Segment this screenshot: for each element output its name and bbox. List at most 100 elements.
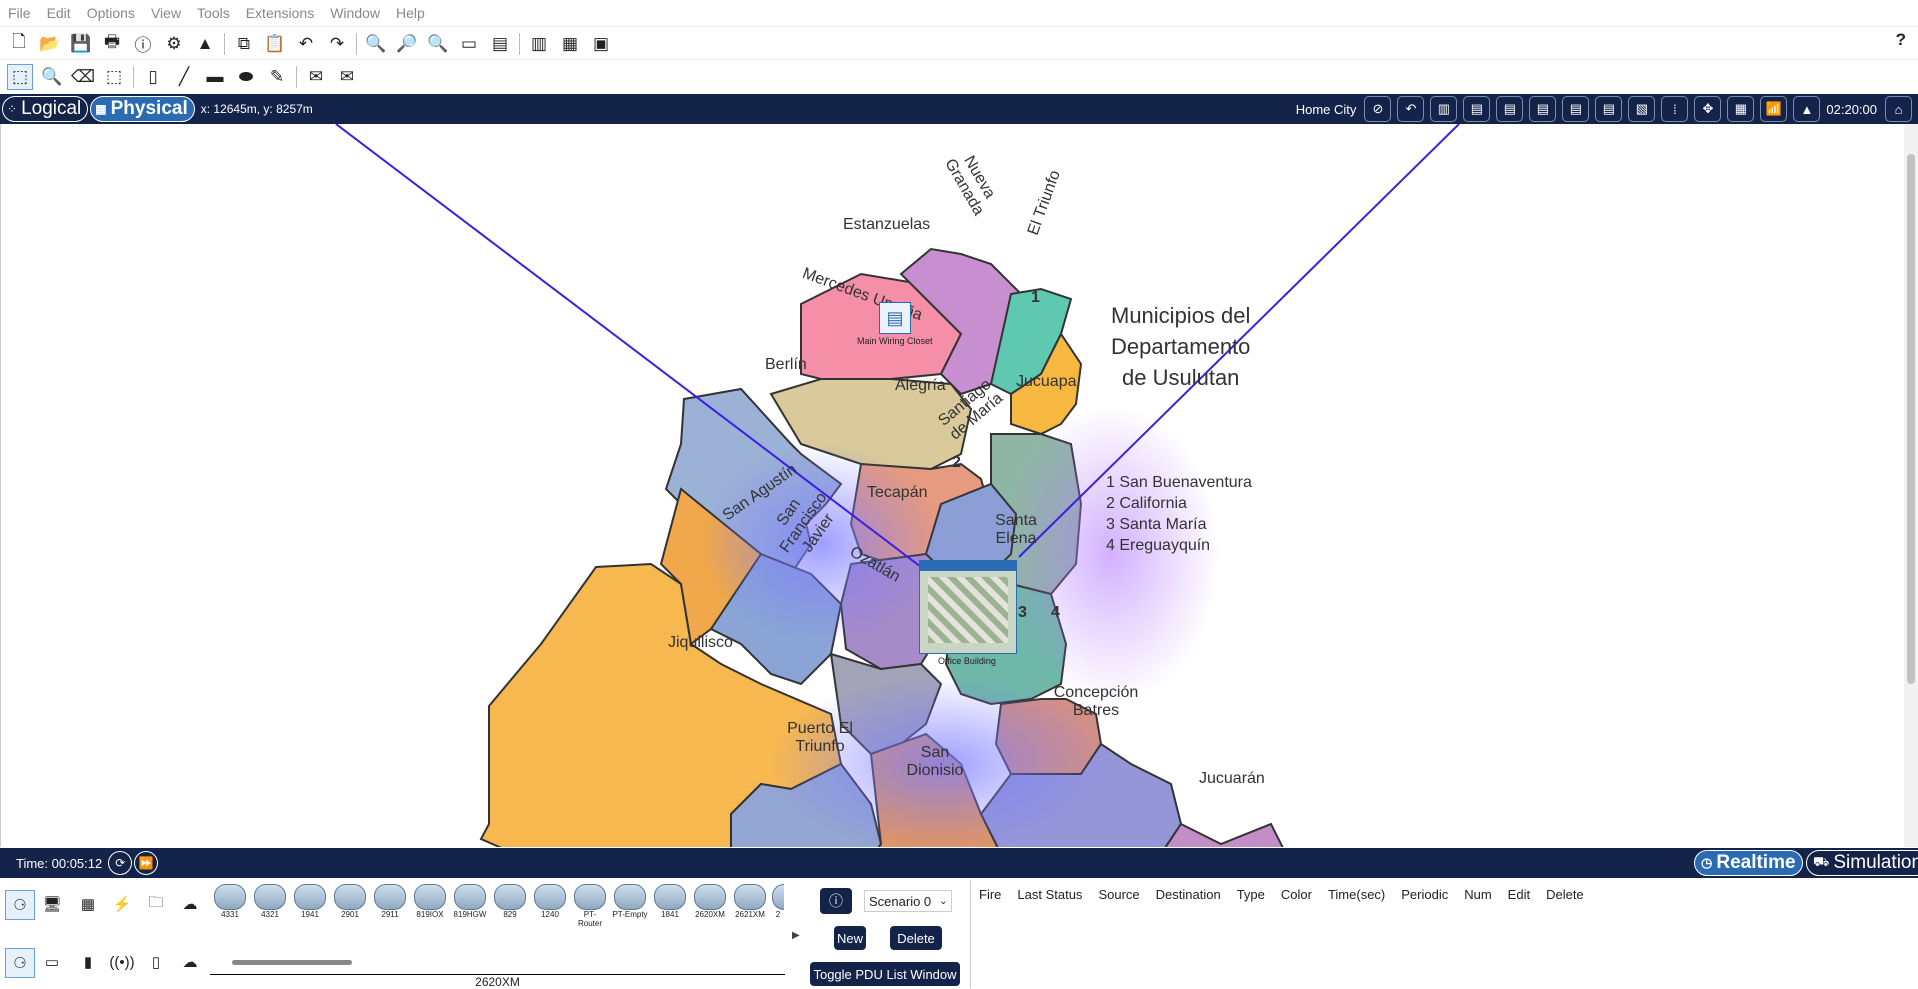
delete-icon[interactable]: ⌫ <box>71 65 95 89</box>
device-list-scrollbar[interactable] <box>232 960 352 965</box>
home-icon[interactable]: ⌂ <box>1885 96 1912 122</box>
col-num: Num <box>1464 887 1492 902</box>
realtime-button[interactable]: ◷ Realtime <box>1694 850 1803 876</box>
drawing-palette-icon[interactable]: ▭ <box>457 32 481 56</box>
device-pt-router[interactable]: PT-Router <box>572 884 608 928</box>
menu-help[interactable]: Help <box>396 5 425 21</box>
wireless-devices-icon[interactable]: ((•)) <box>108 948 136 976</box>
new-building-icon[interactable]: ▤ <box>1463 96 1491 122</box>
layout-icon[interactable]: ▦ <box>1727 96 1755 122</box>
photo-icon[interactable]: ▣ <box>589 32 613 56</box>
zoom-reset-icon[interactable]: 🔎 <box>395 32 419 56</box>
set-background-icon[interactable]: ▧ <box>1628 96 1656 122</box>
custom-device-icon[interactable]: ▤ <box>488 32 512 56</box>
device-4331[interactable]: 4331 <box>212 884 248 920</box>
device-819hgw[interactable]: 819HGW <box>452 884 488 920</box>
menu-view[interactable]: View <box>151 5 181 21</box>
device-829[interactable]: 829 <box>492 884 528 920</box>
wireless-icon[interactable]: 📶 <box>1760 96 1788 122</box>
physical-workspace[interactable]: Municipios del Departamento de Usulutan … <box>0 124 1905 847</box>
menu-options[interactable]: Options <box>87 5 135 21</box>
simulation-button[interactable]: ⛟ Simulation <box>1806 850 1918 876</box>
switches-icon[interactable]: ▭ <box>38 948 66 976</box>
multiuser-icon[interactable]: ☁ <box>176 890 204 918</box>
device-2911[interactable]: 2911 <box>372 884 408 920</box>
redo-icon[interactable]: ↷ <box>325 32 349 56</box>
power-cycle-icon[interactable]: ⟳ <box>108 851 133 875</box>
inspect-icon[interactable]: 🔍 <box>40 65 64 89</box>
resize-icon[interactable]: ⬚ <box>102 65 126 89</box>
device-2620xm[interactable]: 2620XM <box>692 884 728 920</box>
new-item-icon[interactable]: ▤ <box>1595 96 1623 122</box>
note-icon[interactable]: ▯ <box>141 65 165 89</box>
vertical-scrollbar[interactable] <box>1904 124 1918 847</box>
select-icon[interactable]: ⬚ <box>7 64 33 90</box>
grid-icon[interactable]: ⁞ <box>1661 96 1689 122</box>
device-1841[interactable]: 1841 <box>652 884 688 920</box>
open-folder-icon[interactable]: 📂 <box>38 32 62 56</box>
new-closet-icon[interactable]: ▤ <box>1496 96 1524 122</box>
menu-tools[interactable]: Tools <box>197 5 230 21</box>
scenario-info-icon[interactable]: ⓘ <box>820 888 852 914</box>
undo-icon[interactable]: ↶ <box>294 32 318 56</box>
end-devices-icon[interactable]: 🖥 <box>38 890 66 918</box>
simple-pdu-icon[interactable]: ✉ <box>304 65 328 89</box>
device-2901[interactable]: 2901 <box>332 884 368 920</box>
menu-window[interactable]: Window <box>330 5 380 21</box>
security-icon[interactable]: ▯ <box>142 948 170 976</box>
delete-scenario-button[interactable]: Delete <box>890 926 942 950</box>
device-4321[interactable]: 4321 <box>252 884 288 920</box>
freeform-icon[interactable]: ✎ <box>265 65 289 89</box>
network-info-icon[interactable]: ▲ <box>193 32 217 56</box>
line-icon[interactable]: ╱ <box>172 65 196 89</box>
scenario-select[interactable]: Scenario 0 ⌄ <box>864 890 952 912</box>
new-container-icon[interactable]: ▤ <box>1529 96 1557 122</box>
building-thumbnail <box>920 561 1016 571</box>
activity-wizard-icon[interactable]: ▥ <box>527 32 551 56</box>
navigation-icon[interactable]: ⊘ <box>1364 96 1392 122</box>
office-building[interactable] <box>919 560 1017 654</box>
main-wiring-closet[interactable]: ▤ <box>879 302 911 334</box>
scroll-thumb[interactable] <box>1907 154 1915 684</box>
zoom-in-icon[interactable]: 🔍 <box>364 32 388 56</box>
complex-pdu-icon[interactable]: ✉ <box>335 65 359 89</box>
hubs-icon[interactable]: ▮ <box>74 948 102 976</box>
save-icon[interactable]: 💾 <box>69 32 93 56</box>
print-icon[interactable]: 🖶 <box>100 32 124 56</box>
rectangle-icon[interactable]: ▬ <box>203 65 227 89</box>
device-2621xm[interactable]: 2621XM <box>732 884 768 920</box>
new-city-icon[interactable]: ▤ <box>1562 96 1590 122</box>
device-1240[interactable]: 1240 <box>532 884 568 920</box>
zoom-out-icon[interactable]: 🔍 <box>426 32 450 56</box>
device-1941[interactable]: 1941 <box>292 884 328 920</box>
menu-extensions[interactable]: Extensions <box>246 5 314 21</box>
menu-edit[interactable]: Edit <box>47 5 71 21</box>
new-scenario-button[interactable]: New <box>834 926 866 950</box>
new-file-icon[interactable]: 🗋 <box>7 32 31 56</box>
wan-emulation-icon[interactable]: ☁ <box>176 948 204 976</box>
fast-forward-icon[interactable]: ⏩ <box>134 851 159 875</box>
device-819iox[interactable]: 819IOX <box>412 884 448 920</box>
wizard-icon[interactable]: ⚙ <box>162 32 186 56</box>
new-rack-icon[interactable]: ▥ <box>1430 96 1458 122</box>
copy-icon[interactable]: ⧉ <box>232 32 256 56</box>
ellipse-icon[interactable]: ⬬ <box>234 65 258 89</box>
components-icon[interactable]: ▦ <box>74 890 102 918</box>
help-icon[interactable]: ? <box>1896 30 1906 50</box>
back-icon[interactable]: ↶ <box>1397 96 1425 122</box>
viewport-icon[interactable]: ▦ <box>558 32 582 56</box>
device-more[interactable]: 2 <box>772 884 784 920</box>
info-icon[interactable]: ⓘ <box>131 32 155 56</box>
landscape-icon[interactable]: ▲ <box>1793 96 1821 122</box>
device-pt-empty[interactable]: PT-Empty <box>612 884 648 920</box>
paste-icon[interactable]: 📋 <box>263 32 287 56</box>
menu-file[interactable]: File <box>8 5 31 21</box>
physical-tab[interactable]: ▦ Physical <box>90 96 195 122</box>
move-icon[interactable]: ✥ <box>1694 96 1722 122</box>
routers-icon[interactable]: ⚆ <box>5 948 35 978</box>
toggle-pdu-list-button[interactable]: Toggle PDU List Window <box>810 962 960 986</box>
logical-tab[interactable]: ⁘ Logical <box>2 96 89 122</box>
network-devices-icon[interactable]: ⚆ <box>5 890 35 920</box>
misc-icon[interactable]: 🗀 <box>142 890 170 918</box>
connections-icon[interactable]: ⚡ <box>108 890 136 918</box>
